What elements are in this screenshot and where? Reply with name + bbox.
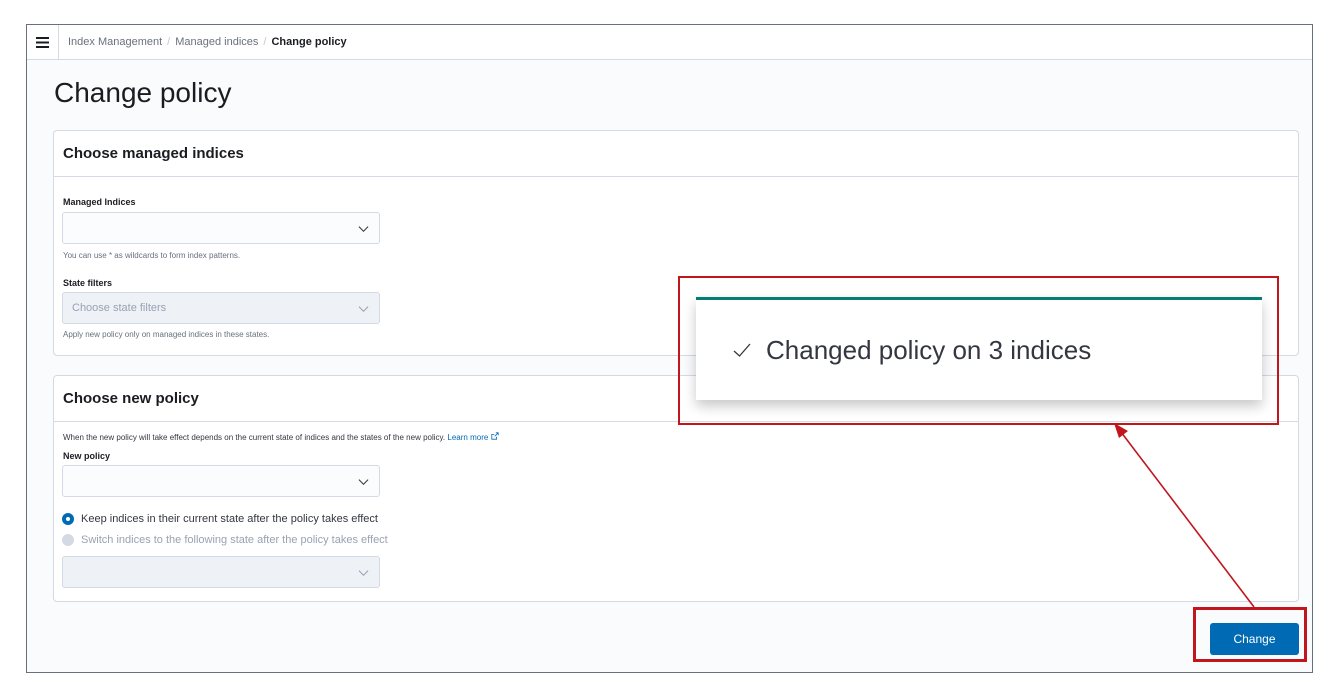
state-filters-placeholder: Choose state filters (72, 302, 167, 314)
success-toast: Changed policy on 3 indices (696, 297, 1262, 400)
managed-indices-label: Managed Indices (63, 197, 136, 207)
state-filters-help: Apply new policy only on managed indices… (63, 330, 270, 339)
chevron-down-icon (358, 570, 369, 576)
learn-more-label: Learn more (447, 433, 489, 442)
check-icon (733, 343, 751, 357)
breadcrumb-separator: / (167, 36, 171, 48)
radio-unselected-icon (62, 534, 74, 546)
breadcrumb-current: Change policy (271, 36, 347, 48)
radio-selected-icon (62, 513, 74, 525)
breadcrumb-managed-indices[interactable]: Managed indices (175, 36, 258, 48)
new-policy-select[interactable] (62, 465, 380, 497)
radio-switch-state[interactable]: Switch indices to the following state af… (62, 534, 388, 546)
menu-button[interactable] (27, 25, 59, 60)
managed-indices-help: You can use * as wildcards to form index… (63, 251, 241, 260)
panel-header: Choose managed indices (54, 131, 1298, 177)
chevron-down-icon (358, 226, 369, 232)
hamburger-icon (36, 36, 49, 48)
panel-title: Choose new policy (63, 390, 199, 407)
radio-keep-state[interactable]: Keep indices in their current state afte… (62, 513, 378, 525)
breadcrumb-index-management[interactable]: Index Management (68, 36, 162, 48)
change-button-highlight-box (1193, 607, 1307, 662)
toast-message: Changed policy on 3 indices (766, 334, 1092, 365)
policy-description: When the new policy will take effect dep… (63, 432, 499, 442)
radio-keep-label: Keep indices in their current state afte… (81, 513, 378, 525)
page-title: Change policy (54, 77, 232, 108)
learn-more-link[interactable]: Learn more (447, 432, 499, 442)
breadcrumb: Index Management / Managed indices / Cha… (59, 36, 347, 48)
state-filters-label: State filters (63, 278, 113, 288)
managed-indices-select[interactable] (62, 212, 380, 244)
breadcrumb-separator: / (263, 36, 267, 48)
new-policy-label: New policy (63, 451, 111, 461)
external-link-icon (490, 432, 499, 440)
switch-state-select[interactable] (62, 556, 380, 588)
header-bar: Index Management / Managed indices / Cha… (27, 25, 1312, 60)
policy-description-text: When the new policy will take effect dep… (63, 433, 446, 442)
radio-switch-label: Switch indices to the following state af… (81, 534, 388, 546)
chevron-down-icon (358, 479, 369, 485)
chevron-down-icon (358, 306, 369, 312)
panel-title: Choose managed indices (63, 145, 244, 162)
state-filters-select[interactable]: Choose state filters (62, 292, 380, 324)
